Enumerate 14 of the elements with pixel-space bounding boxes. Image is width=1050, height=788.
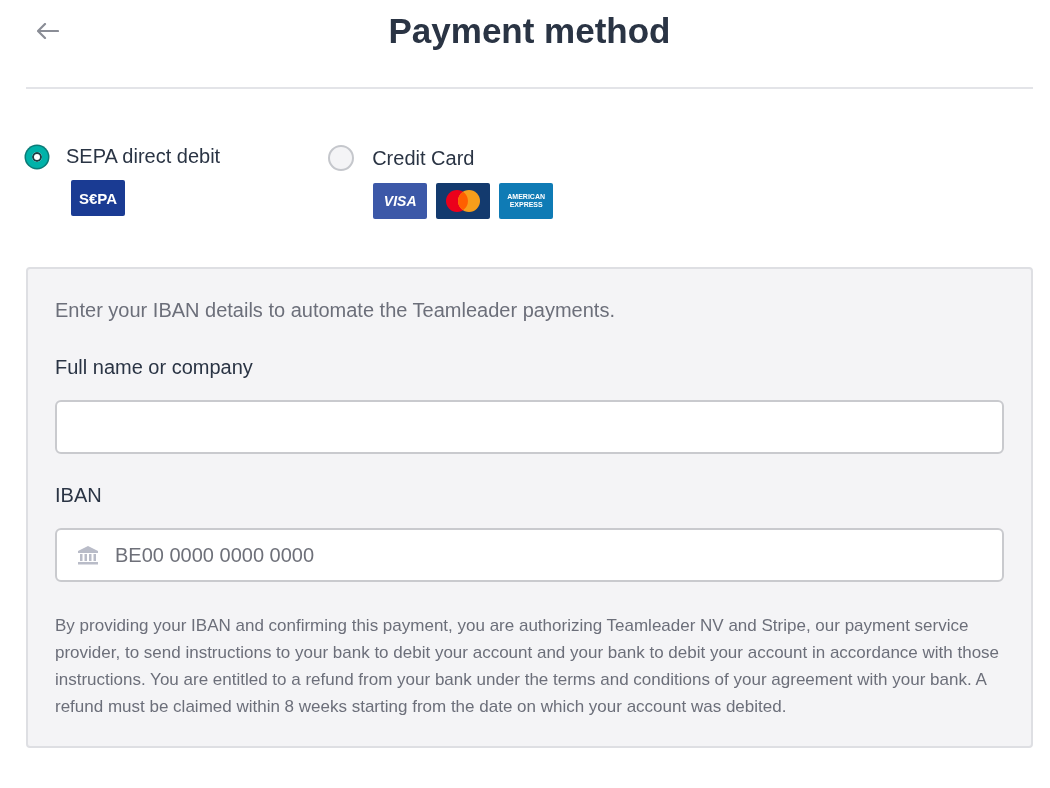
field-label: IBAN	[55, 484, 102, 507]
option-label[interactable]: SEPA direct debit	[66, 145, 221, 168]
radio-button[interactable]	[328, 145, 355, 171]
name-field[interactable]	[55, 400, 1004, 454]
sepa-logo: S€PA	[71, 180, 125, 216]
legal-text: By providing your IBAN and confirming this payment, you are authorizing Teamleader NV and Stripe, our payment service provider, to send instructions to your bank to debit your account and your bank to debit your account in accordance with those instructions. You are entitled to a refund from your bank under the terms and conditions of your agreement with your bank. A refund must be claimed within 8 weeks starting from the date on which your account was debited.	[55, 615, 1001, 718]
mastercard-logo	[436, 183, 491, 219]
field-label: Full name or company	[55, 356, 253, 379]
intro-text: Enter your IBAN details to automate the Teamleader payments.	[55, 299, 616, 322]
radio-button[interactable]	[26, 145, 48, 168]
page-title: Payment method	[388, 11, 671, 51]
option-label[interactable]: Credit Card	[372, 146, 475, 170]
iban-field[interactable]: BE00 0000 0000 0000	[55, 528, 1004, 582]
visa-logo: VISA	[373, 183, 428, 219]
